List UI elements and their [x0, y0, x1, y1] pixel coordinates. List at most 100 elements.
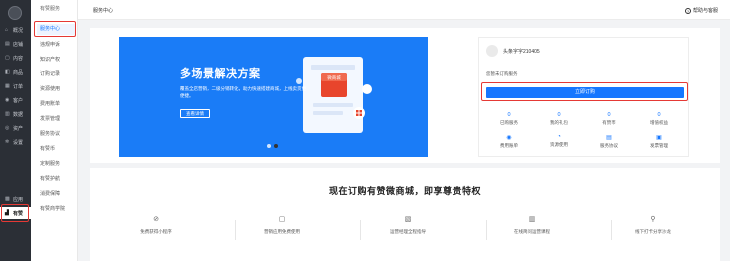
top-bar: 服务中心 ? 帮助与客服	[78, 0, 730, 20]
stat-label: 有赞币	[602, 120, 616, 125]
secondary-nav: 有赞服务 服务中心 违规申诉 知识产权 订购记录 资源使用 费用账单 发票管理 …	[31, 0, 78, 261]
submenu-item-order-records[interactable]: 订购记录	[37, 69, 75, 80]
customer-icon: ◉	[5, 97, 10, 103]
rail-item-label: 应用	[13, 196, 24, 203]
banner-title: 多场景解决方案	[180, 68, 261, 80]
asset-icon: ◎	[5, 125, 10, 131]
banner-detail-button[interactable]: 查看详情	[180, 109, 210, 118]
bill-icon: ◉	[506, 135, 512, 141]
submenu-item-bills[interactable]: 费用账单	[37, 99, 75, 110]
quick-link-invoices[interactable]: ▣ 发票管理	[639, 134, 679, 149]
feature-course: ▥ 在线简问运营课程	[492, 215, 572, 235]
rail-item-label: 订单	[13, 83, 24, 90]
quick-link-resources[interactable]: ◔ 资源使用	[539, 134, 579, 148]
help-link[interactable]: ? 帮助与客服	[684, 7, 718, 14]
rail-item-label: 商品	[13, 69, 24, 76]
settings-icon: ✲	[5, 139, 10, 145]
order-icon: ▦	[5, 83, 10, 89]
stat-value: 0	[657, 112, 661, 118]
stat-purchased[interactable]: 0 已购服务	[489, 112, 529, 126]
quick-link-label: 发票管理	[650, 143, 668, 148]
illustration-label: 微商城	[327, 74, 341, 81]
rail-item-label: 数据	[13, 111, 24, 118]
rail-item-label: 设置	[13, 139, 24, 146]
stat-benefits[interactable]: 0 增值权益	[639, 112, 679, 126]
rail-item-label: 客户	[13, 97, 24, 104]
content-icon: ▢	[5, 55, 10, 61]
rail-item-overview[interactable]: ⌂ 概况	[0, 24, 31, 36]
rail-item-orders[interactable]: ▦ 订单	[0, 80, 31, 92]
feature-label: 在线简问运营课程	[514, 229, 550, 234]
shop-logo[interactable]	[8, 6, 22, 20]
rail-item-label: 概况	[13, 27, 24, 34]
data-icon: ▥	[5, 111, 10, 117]
rail-item-store[interactable]: ▤ 店铺	[0, 38, 31, 50]
submenu-item-agreement[interactable]: 服务协议	[37, 129, 75, 140]
feature-label: 免费获得小程序	[140, 229, 172, 234]
submenu-item-resources[interactable]: 资源使用	[37, 84, 75, 95]
privileges-heading: 现在订购有赞微商城，即享尊贵特权	[328, 186, 481, 196]
stat-label: 已购服务	[500, 120, 518, 125]
submenu-item-appeal[interactable]: 违规申诉	[37, 40, 75, 51]
help-label: 帮助与客服	[692, 8, 718, 14]
quick-link-label: 服务协议	[600, 143, 618, 148]
feature-salon: ⚲ 线下打卡分享沙龙	[613, 215, 693, 235]
quick-link-label: 资源使用	[550, 142, 568, 147]
submenu-item-academy[interactable]: 有赞商学院	[37, 204, 75, 215]
rail-item-label: 内容	[13, 55, 24, 62]
stat-label: 增值权益	[650, 120, 668, 125]
quick-link-agreement[interactable]: ▤ 服务协议	[589, 134, 629, 149]
submenu-item-guarantee[interactable]: 消费保障	[37, 189, 75, 200]
home-icon: ⌂	[5, 27, 9, 33]
rail-item-data[interactable]: ▥ 数据	[0, 108, 31, 120]
highlight-box-service-center	[34, 21, 76, 37]
miniprogram-icon: ⊘	[153, 216, 159, 223]
account-name: 头条字字210405	[503, 49, 540, 55]
quick-link-bills[interactable]: ◉ 费用账单	[489, 134, 529, 149]
promo-banner[interactable]: 多场景解决方案 覆盖全店营销，二级分销转化，助力快速搭建商城，上线卖货更便捷。 …	[119, 37, 428, 157]
manager-icon: ▧	[404, 216, 412, 223]
apps-icon: ▩	[5, 196, 10, 202]
page-title: 服务中心	[93, 8, 114, 14]
feature-label: 运营经理全程指导	[390, 229, 426, 234]
rail-item-customers[interactable]: ◉ 客户	[0, 94, 31, 106]
divider	[611, 220, 612, 240]
stat-label: 我的礼包	[550, 120, 568, 125]
banner-subtitle: 覆盖全店营销，二级分销转化，助力快速搭建商城，上线卖货更便捷。	[180, 86, 306, 98]
carousel-dots	[267, 144, 278, 148]
stat-coins[interactable]: 0 有赞币	[589, 112, 629, 126]
divider	[360, 220, 361, 240]
rail-item-label: 店铺	[13, 41, 24, 48]
stat-gifts[interactable]: 0 我的礼包	[539, 112, 579, 126]
stat-value: 0	[507, 112, 511, 118]
submenu-item-coins[interactable]: 有赞币	[37, 144, 75, 155]
invoice-icon: ▣	[656, 135, 662, 141]
store-icon: ▤	[5, 41, 10, 47]
rail-item-assets[interactable]: ◎ 资产	[0, 122, 31, 134]
carousel-dot-active[interactable]	[274, 144, 278, 148]
subscription-status: 您暂未订购服务	[486, 71, 518, 76]
location-icon: ⚲	[650, 216, 656, 223]
stat-value: 0	[607, 112, 611, 118]
stat-value: 0	[557, 112, 561, 118]
submenu-item-escort[interactable]: 有赞护航	[37, 174, 75, 185]
highlight-box-youzan	[1, 204, 29, 222]
rail-item-label: 资产	[13, 125, 24, 132]
submenu-item-custom[interactable]: 定制服务	[37, 159, 75, 170]
marketing-icon: ▢	[278, 216, 286, 223]
shop-illustration-icon: 微商城	[296, 57, 372, 133]
highlight-box-order-button	[481, 82, 688, 101]
feature-label: 营销应用免费使用	[264, 229, 300, 234]
rail-item-settings[interactable]: ✲ 设置	[0, 136, 31, 148]
carousel-dot[interactable]	[267, 144, 271, 148]
goods-icon: ◧	[5, 69, 10, 75]
submenu-item-invoices[interactable]: 发票管理	[37, 114, 75, 125]
submenu-item-ip[interactable]: 知识产权	[37, 55, 75, 66]
rail-item-content[interactable]: ▢ 内容	[0, 52, 31, 64]
agreement-icon: ▤	[606, 135, 612, 141]
feature-marketing: ▢ 营销应用免费使用	[242, 215, 322, 235]
divider	[235, 220, 236, 240]
rail-item-goods[interactable]: ◧ 商品	[0, 66, 31, 78]
feature-miniprogram: ⊘ 免费获得小程序	[116, 215, 196, 235]
course-icon: ▥	[528, 216, 536, 223]
